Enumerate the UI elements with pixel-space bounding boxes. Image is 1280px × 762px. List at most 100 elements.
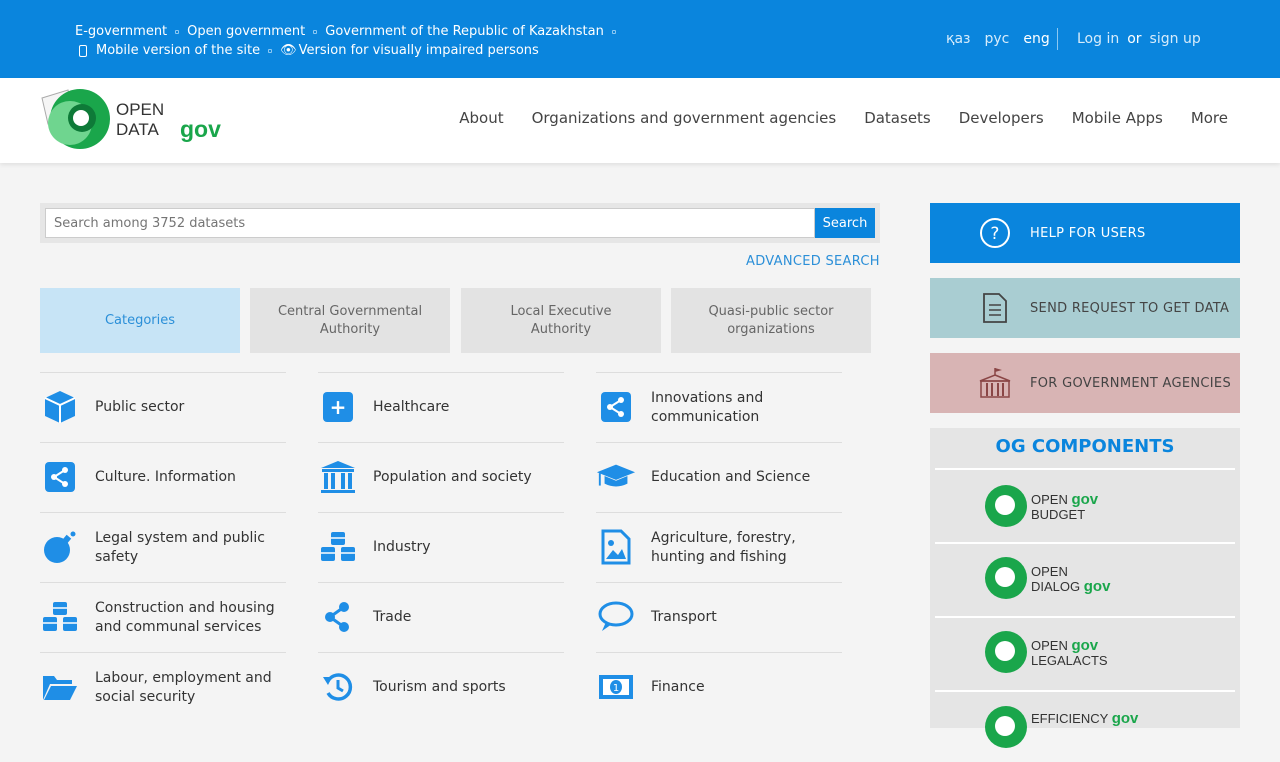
open-dialog-link[interactable]: OPEN DIALOG gov xyxy=(935,542,1235,614)
language-switcher: қаз рус eng xyxy=(946,31,1050,47)
main-nav: About Organizations and government agenc… xyxy=(459,109,1228,127)
og-components-panel: OG COMPONENTS OPEN gov BUDGET OPEN DIALO… xyxy=(930,428,1240,748)
category-labour[interactable]: Labour, employment and social security xyxy=(40,652,286,722)
lang-eng[interactable]: eng xyxy=(1023,31,1049,47)
open-gov-link[interactable]: Open government xyxy=(187,22,305,41)
lang-rus[interactable]: рус xyxy=(984,31,1009,47)
category-education[interactable]: Education and Science xyxy=(596,442,842,512)
category-label: Healthcare xyxy=(373,399,450,415)
category-agriculture[interactable]: Agriculture, forestry, hunting and fishi… xyxy=(596,512,842,582)
mobile-version-link[interactable]: Mobile version of the site xyxy=(96,41,260,60)
nav-organizations[interactable]: Organizations and government agencies xyxy=(532,109,837,127)
open-budget-logo-icon xyxy=(985,485,1027,527)
category-public-sector[interactable]: Public sector xyxy=(40,372,286,442)
cubes-icon xyxy=(318,529,358,565)
nav-more[interactable]: More xyxy=(1191,109,1228,127)
plus-icon: + xyxy=(318,389,358,425)
share-nodes-icon xyxy=(318,599,358,635)
government-link[interactable]: Government of the Republic of Kazakhstan xyxy=(325,22,604,41)
category-culture[interactable]: Culture. Information xyxy=(40,442,286,512)
signup-link[interactable]: sign up xyxy=(1150,31,1201,47)
lang-kaz[interactable]: қаз xyxy=(946,31,970,47)
auth-links: Log in or sign up xyxy=(1077,31,1201,47)
category-healthcare[interactable]: + Healthcare xyxy=(318,372,564,442)
nav-mobile-apps[interactable]: Mobile Apps xyxy=(1072,109,1163,127)
open-legalacts-link[interactable]: OPEN gov LEGALACTS xyxy=(935,616,1235,688)
category-tourism[interactable]: Tourism and sports xyxy=(318,652,564,722)
search-button[interactable]: Search xyxy=(815,208,875,238)
share-icon xyxy=(40,459,80,495)
folder-open-icon xyxy=(40,669,80,705)
separator xyxy=(313,29,318,34)
svg-text:1: 1 xyxy=(613,683,619,694)
help-label: HELP FOR USERS xyxy=(1030,225,1146,241)
category-label: Tourism and sports xyxy=(373,679,506,695)
impaired-version-link[interactable]: Version for visually impaired persons xyxy=(299,41,539,60)
document-icon xyxy=(978,291,1012,325)
login-link[interactable]: Log in xyxy=(1077,31,1119,47)
government-agencies-button[interactable]: FOR GOVERNMENT AGENCIES xyxy=(930,353,1240,413)
efficiency-logo-icon xyxy=(985,706,1027,748)
category-construction[interactable]: Construction and housing and communal se… xyxy=(40,582,286,652)
category-trade[interactable]: Trade xyxy=(318,582,564,652)
top-links: E-government Open government Government … xyxy=(75,22,624,60)
cubes-icon xyxy=(40,599,80,635)
mobile-icon xyxy=(79,44,87,57)
search-box: Search xyxy=(40,203,880,243)
logo-text-gov: gov xyxy=(180,116,221,142)
category-population[interactable]: Population and society xyxy=(318,442,564,512)
question-icon: ? xyxy=(978,216,1012,250)
open-budget-link[interactable]: OPEN gov BUDGET xyxy=(935,468,1235,540)
advanced-search-link[interactable]: ADVANCED SEARCH xyxy=(746,254,880,269)
nav-datasets[interactable]: Datasets xyxy=(864,109,931,127)
government-building-icon xyxy=(978,366,1012,400)
component-name: OPEN gov LEGALACTS xyxy=(1031,637,1108,668)
graduation-cap-icon xyxy=(596,459,636,495)
open-legalacts-logo-icon xyxy=(985,631,1027,673)
category-label: Transport xyxy=(651,609,717,625)
open-dialog-logo-icon xyxy=(985,557,1027,599)
send-request-button[interactable]: SEND REQUEST TO GET DATA xyxy=(930,278,1240,338)
category-label: Culture. Information xyxy=(95,469,236,485)
picture-icon xyxy=(596,529,636,565)
top-bar: E-government Open government Government … xyxy=(0,0,1280,78)
nav-about[interactable]: About xyxy=(459,109,503,127)
nav-developers[interactable]: Developers xyxy=(959,109,1044,127)
category-finance[interactable]: 1 Finance xyxy=(596,652,842,722)
bomb-icon xyxy=(40,529,80,565)
divider xyxy=(1057,28,1058,50)
category-legal[interactable]: Legal system and public safety xyxy=(40,512,286,582)
cube-icon xyxy=(40,389,80,425)
history-icon xyxy=(318,669,358,705)
category-label: Construction and housing and communal se… xyxy=(95,599,275,635)
category-industry[interactable]: Industry xyxy=(318,512,564,582)
search-input[interactable] xyxy=(45,208,815,238)
egov-link[interactable]: E-government xyxy=(75,22,167,41)
help-for-users-button[interactable]: ? HELP FOR USERS xyxy=(930,203,1240,263)
site-logo[interactable]: OPEN DATA gov xyxy=(40,88,240,152)
category-label: Innovations and communication xyxy=(651,389,764,425)
money-icon: 1 xyxy=(596,669,636,705)
component-name: OPEN gov BUDGET xyxy=(1031,491,1099,522)
category-label: Legal system and public safety xyxy=(95,529,265,565)
logo-icon xyxy=(41,89,110,149)
logo-text-open: OPEN xyxy=(116,100,165,119)
speech-bubble-icon xyxy=(596,599,636,635)
category-transport[interactable]: Transport xyxy=(596,582,842,652)
tab-quasi-public[interactable]: Quasi-public sector organizations xyxy=(671,288,871,353)
separator xyxy=(611,29,616,34)
tab-local-authority[interactable]: Local Executive Authority xyxy=(461,288,661,353)
efficiency-link[interactable]: EFFICIENCY gov xyxy=(935,690,1235,762)
request-label: SEND REQUEST TO GET DATA xyxy=(1030,300,1230,316)
svg-text:?: ? xyxy=(990,224,999,244)
separator xyxy=(175,29,180,34)
category-label: Public sector xyxy=(95,399,185,415)
eye-icon: 👁 xyxy=(280,43,297,58)
category-label: Education and Science xyxy=(651,469,811,485)
og-components-title: OG COMPONENTS xyxy=(995,436,1175,457)
category-innovations[interactable]: Innovations and communication xyxy=(596,372,842,442)
tab-categories[interactable]: Categories xyxy=(40,288,240,353)
category-label: Labour, employment and social security xyxy=(95,669,272,705)
tab-central-authority[interactable]: Central Governmental Authority xyxy=(250,288,450,353)
logo-text-data: DATA xyxy=(116,120,159,139)
